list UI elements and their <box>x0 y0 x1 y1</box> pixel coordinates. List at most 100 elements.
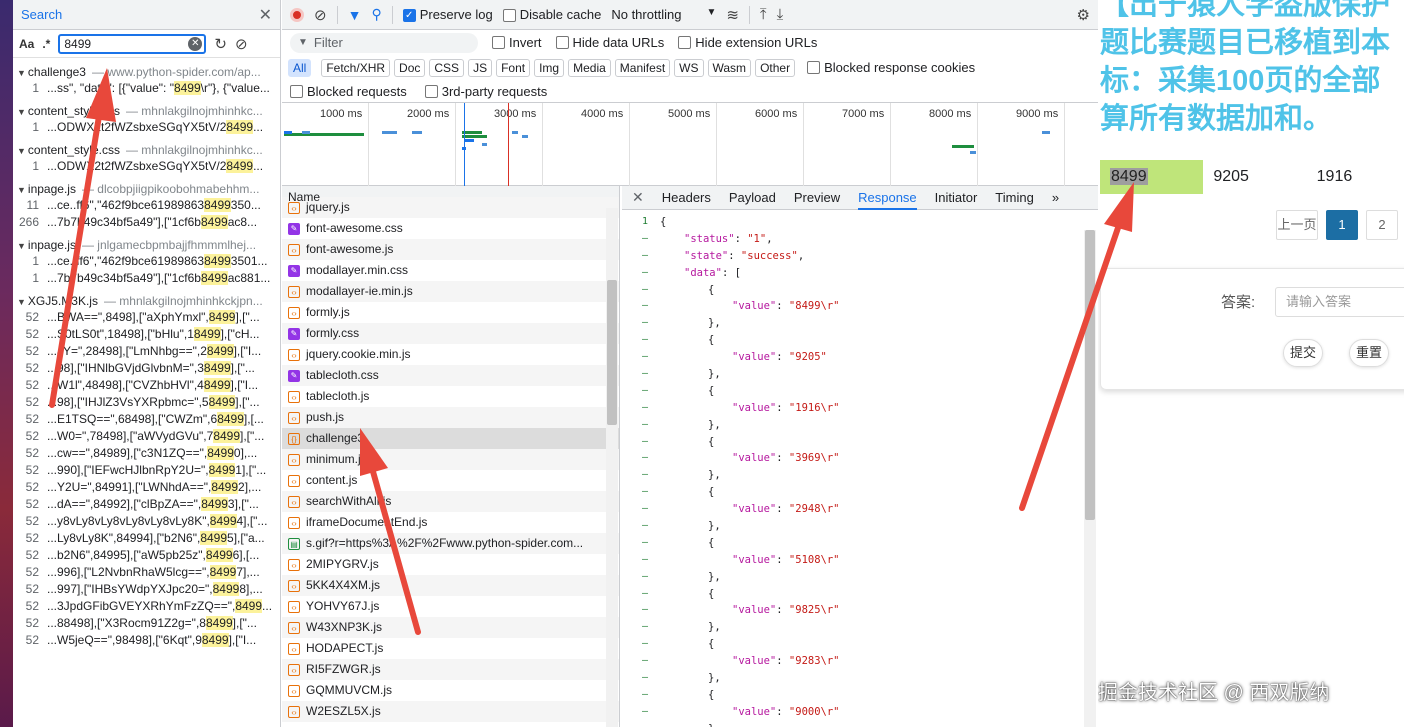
clear-icon[interactable]: ⊘ <box>314 6 327 24</box>
settings-icon[interactable]: ⚙ <box>1077 6 1090 24</box>
record-icon[interactable] <box>290 7 304 22</box>
refresh-icon[interactable]: ↻ <box>214 35 227 53</box>
request-row[interactable]: ‹› W43XNP3K.js <box>282 617 619 638</box>
request-row[interactable]: ✎ font-awesome.css <box>282 218 619 239</box>
answer-input[interactable]: 请输入答案 <box>1275 287 1404 317</box>
type-filter-img[interactable]: Img <box>534 58 565 77</box>
tab-response[interactable]: Response <box>858 186 917 210</box>
search-result-file[interactable]: ▼ content_style.css — mhnlakgilnojmhinhkc.… <box>13 103 280 119</box>
filter-icon[interactable]: ▼ <box>348 7 362 23</box>
request-row[interactable]: ‹› 5KK4X4XM.js <box>282 575 619 596</box>
disable-cache-checkbox[interactable]: Disable cache <box>502 7 601 23</box>
search-result-line[interactable]: 266 ...7b7b49c34bf5a49"],["1cf6b8499ac8..… <box>13 214 280 231</box>
search-result-line[interactable]: 52 ...98],["IHJlZ3VsYXRpbmc=",58499],["..… <box>13 394 280 411</box>
expand-triangle-icon[interactable]: ▼ <box>17 297 26 307</box>
network-timeline[interactable]: 1000 ms 2000 ms 3000 ms 4000 ms 5000 ms 6000 … <box>282 102 1098 187</box>
type-filter-ws[interactable]: WS <box>674 58 704 77</box>
search-result-line[interactable]: 52 ...dA==",84992],["clBpZA==",84993],[".… <box>13 496 280 513</box>
request-row[interactable]: ✎ modallayer.min.css <box>282 260 619 281</box>
search-result-line[interactable]: 52 ...S0tLS0t",18498],["bHlu",18499],["cH… <box>13 326 280 343</box>
search-result-line[interactable]: 1 ...7b7b49c34bf5a49"],["1cf6b8499ac881..… <box>13 270 280 287</box>
throttling-select[interactable]: No throttling ▼ <box>611 7 716 22</box>
search-result-line[interactable]: 1 ...ODWX2t2fWZsbxeSGqYX5tV/28499... <box>13 119 280 136</box>
more-tabs-icon[interactable]: » <box>1052 186 1059 210</box>
page-button-2[interactable]: 2 <box>1366 210 1398 240</box>
search-result-line[interactable]: 52 ...y8vLy8vLy8vLy8vLy8vLy8K",84994],[".… <box>13 513 280 530</box>
tab-payload[interactable]: Payload <box>729 186 776 210</box>
expand-triangle-icon[interactable]: ▼ <box>17 68 26 78</box>
search-result-line[interactable]: 52 ...BWA==",8498],["aXphYmxl",8499],["..… <box>13 309 280 326</box>
request-row[interactable]: ‹› jquery.js <box>282 197 619 218</box>
preserve-log-checkbox[interactable]: ✓ Preserve log <box>402 7 493 23</box>
search-result-line[interactable]: 52 ...88498],["X3Rocm91Z2g=",88499],["... <box>13 615 280 632</box>
search-result-file[interactable]: ▼ content_style.css — mhnlakgilnojmhinhkc.… <box>13 142 280 158</box>
request-row[interactable]: ‹› GQMMUVCM.js <box>282 680 619 701</box>
search-result-line[interactable]: 52 ...Ly8vLy8K",84994],["b2N6",84995],["a… <box>13 530 280 547</box>
search-result-line[interactable]: 52 ...JY=",28498],["LmNhbg==",28499],["I.… <box>13 343 280 360</box>
request-row[interactable]: ‹› W2ESZL5X.js <box>282 701 619 722</box>
search-result-line[interactable]: 52 ...996],["L2NvbnRhaW5lcg==",84997],... <box>13 564 280 581</box>
expand-triangle-icon[interactable]: ▼ <box>17 107 26 117</box>
search-result-line[interactable]: 52 ...W0=",78498],["aWVydGVu",78499],["..… <box>13 428 280 445</box>
search-result-file[interactable]: ▼ inpage.js — dlcobpjiigpikoobohmabehhm... <box>13 181 280 197</box>
expand-triangle-icon[interactable]: ▼ <box>17 241 26 251</box>
request-row[interactable]: ‹› 2MIPYGRV.js <box>282 554 619 575</box>
expand-triangle-icon[interactable]: ▼ <box>17 146 26 156</box>
search-result-line[interactable]: 52 ...E1TSQ==",68498],["CWZm",68499],[... <box>13 411 280 428</box>
prev-page-button[interactable]: 上一页 <box>1276 210 1318 240</box>
request-row[interactable]: ▤ s.gif?r=https%3A%2F%2Fwww.python-spider… <box>282 533 619 554</box>
request-row[interactable]: ‹› jquery.cookie.min.js <box>282 344 619 365</box>
tab-timing[interactable]: Timing <box>995 186 1034 210</box>
request-row[interactable]: ‹› minimum.js <box>282 449 619 470</box>
search-result-line[interactable]: 52 ...W5jeQ==",98498],["6Kqt",98499],["I.… <box>13 632 280 649</box>
type-filter-js[interactable]: JS <box>468 58 493 77</box>
search-result-line[interactable]: 1 ...ss", "data": [{"value": "8499\r"}, {… <box>13 80 280 97</box>
type-filter-doc[interactable]: Doc <box>394 58 426 77</box>
request-row[interactable]: ✎ formly.css <box>282 323 619 344</box>
search-result-line[interactable]: 1 ...ce..ff6","462f9bce6198986384993501..… <box>13 253 280 270</box>
blocked-cookies-checkbox[interactable]: Blocked response cookies <box>807 60 975 75</box>
upload-icon[interactable]: ⤒ <box>760 6 767 23</box>
request-list-scroll-thumb[interactable] <box>607 280 617 425</box>
type-filter-all[interactable]: All <box>288 58 312 77</box>
tab-initiator[interactable]: Initiator <box>935 186 978 210</box>
clear-search-icon[interactable]: ✕ <box>188 36 203 51</box>
close-icon[interactable]: ✕ <box>259 5 272 25</box>
request-row[interactable]: ‹› font-awesome.js <box>282 239 619 260</box>
third-party-checkbox[interactable]: 3rd-party requests <box>424 84 547 99</box>
search-icon[interactable]: ⚲ <box>371 6 381 23</box>
search-result-line[interactable]: 52 ...3JpdGFibGVEYXRhYmFzZQ==",8499... <box>13 598 280 615</box>
type-filter-media[interactable]: Media <box>568 58 611 77</box>
type-filter-css[interactable]: CSS <box>429 58 465 77</box>
download-icon[interactable]: ⤓ <box>777 6 784 23</box>
request-row[interactable]: ‹› formly.js <box>282 302 619 323</box>
request-row[interactable]: ‹› content.js <box>282 470 619 491</box>
request-row[interactable]: {} challenge3 <box>282 428 619 449</box>
type-filter-manifest[interactable]: Manifest <box>614 58 671 77</box>
filter-input[interactable]: ▼ Filter <box>290 32 478 53</box>
request-row[interactable]: ‹› YOHVY67J.js <box>282 596 619 617</box>
type-filter-fetchxhr[interactable]: Fetch/XHR <box>321 58 391 77</box>
request-row[interactable]: ✎ tablecloth.css <box>282 365 619 386</box>
search-input[interactable]: 8499 ✕ <box>58 33 207 54</box>
page-button-1[interactable]: 1 <box>1326 210 1358 240</box>
wifi-icon[interactable]: ≋ <box>726 6 739 24</box>
request-row[interactable]: ‹› searchWithAll.js <box>282 491 619 512</box>
reset-button[interactable]: 重置 <box>1349 339 1389 367</box>
match-case-toggle[interactable]: Aa <box>19 37 34 51</box>
submit-button[interactable]: 提交 <box>1283 339 1323 367</box>
search-result-line[interactable]: 52 ...b2N6",84995],["aW5pb25z",84996],[..… <box>13 547 280 564</box>
request-row[interactable]: ‹› iframeDocumentEnd.js <box>282 512 619 533</box>
search-result-file[interactable]: ▼ XGJ5.M3K.js — mhnlakgilnojmhinhkckjpn... <box>13 293 280 309</box>
blocked-requests-checkbox[interactable]: Blocked requests <box>290 84 407 99</box>
search-result-line[interactable]: 52 ...98],["IHNlbGVjdGlvbnM=",38499],["..… <box>13 360 280 377</box>
tab-headers[interactable]: Headers <box>662 186 711 210</box>
search-result-file[interactable]: ▼ inpage.js — jnlgamecbpmbajjfhmmmlhej... <box>13 237 280 253</box>
request-row[interactable]: ‹› tablecloth.js <box>282 386 619 407</box>
tab-preview[interactable]: Preview <box>794 186 840 210</box>
expand-triangle-icon[interactable]: ▼ <box>17 185 26 195</box>
hide-data-urls-checkbox[interactable]: Hide data URLs <box>555 35 664 50</box>
request-row[interactable]: ‹› HODAPECT.js <box>282 638 619 659</box>
hide-extension-urls-checkbox[interactable]: Hide extension URLs <box>678 35 817 50</box>
search-result-line[interactable]: 11 ...ce..ff6","462f9bce619898638499350..… <box>13 197 280 214</box>
